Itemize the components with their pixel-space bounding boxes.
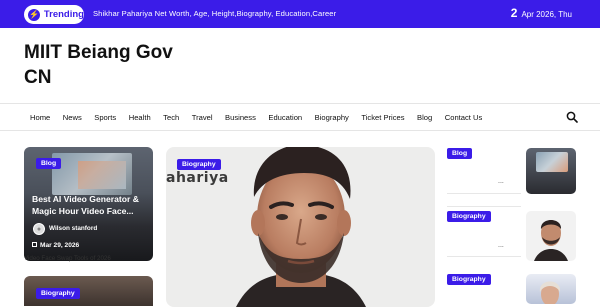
search-icon[interactable] (566, 111, 578, 123)
left-card-date-text: Mar 29, 2026 (40, 242, 80, 249)
left-card2-category-badge[interactable]: Biography (36, 288, 80, 299)
main-nav: Home News Sports Health Tech Travel Busi… (0, 103, 600, 131)
date-day: 2 (510, 6, 518, 20)
user-avatar-icon: ● (33, 223, 45, 235)
nav-item-ticket-prices[interactable]: Ticket Prices (361, 113, 404, 122)
site-title-line2: CN (24, 67, 52, 88)
thumbnail-portrait (534, 220, 568, 261)
hero-post-image[interactable]: ahariya (166, 147, 435, 307)
trending-ticker-link[interactable]: Shikhar Pahariya Net Worth, Age, Height,… (93, 9, 336, 18)
right-item1-divider (447, 193, 521, 194)
site-title-line1: MIIT Beiang Gov (24, 42, 173, 63)
nav-item-travel[interactable]: Travel (192, 113, 213, 122)
right-item3-category-badge[interactable]: Biography (447, 274, 491, 285)
left-card-category-badge[interactable]: Blog (36, 158, 62, 169)
hero-portrait (236, 147, 366, 307)
post-image-detail (78, 161, 126, 189)
nav-item-education[interactable]: Education (268, 113, 302, 122)
right-item2-divider (447, 256, 521, 257)
nav-item-news[interactable]: News (63, 113, 82, 122)
right-item2-thumbnail[interactable] (526, 211, 576, 261)
right-item1-category-badge[interactable]: Blog (447, 148, 473, 159)
nav-item-biography[interactable]: Biography (315, 113, 349, 122)
right-item1-thumbnail[interactable] (526, 148, 576, 194)
left-card-author[interactable]: Wilson stanford (49, 225, 97, 232)
trending-label: Trending (43, 9, 84, 20)
nav-item-home[interactable]: Home (30, 113, 50, 122)
right-item1-ellipsis: ... (498, 178, 504, 185)
right-divider-top (447, 206, 521, 207)
top-bar: ⚡ Trending Shikhar Pahariya Net Worth, A… (0, 0, 600, 28)
bolt-icon: ⚡ (28, 8, 40, 21)
left-card-date: Mar 29, 2026 (32, 242, 79, 249)
calendar-icon (32, 242, 37, 247)
current-date: 2 Apr 2026, Thu (511, 6, 572, 20)
nav-item-business[interactable]: Business (225, 113, 256, 122)
left-card-title[interactable]: Best AI Video Generator & Magic Hour Vid… (32, 193, 150, 217)
left-card-caption: Video Face Swap Tools of 2026 (24, 255, 111, 262)
site-title[interactable]: MIIT Beiang Gov CN (24, 40, 214, 90)
nav-item-health[interactable]: Health (129, 113, 151, 122)
date-rest: Apr 2026, Thu (521, 10, 572, 19)
right-item2-ellipsis: ... (498, 242, 504, 249)
hero-category-badge[interactable]: Biography (177, 159, 221, 170)
nav-item-tech[interactable]: Tech (163, 113, 179, 122)
thumbnail-screen (536, 152, 568, 172)
nav-item-contact-us[interactable]: Contact Us (445, 113, 483, 122)
nav-menu: Home News Sports Health Tech Travel Busi… (30, 104, 495, 130)
right-item2-category-badge[interactable]: Biography (447, 211, 491, 222)
trending-pill[interactable]: ⚡ Trending (24, 5, 84, 24)
nav-item-sports[interactable]: Sports (94, 113, 116, 122)
nav-item-blog[interactable]: Blog (417, 113, 432, 122)
